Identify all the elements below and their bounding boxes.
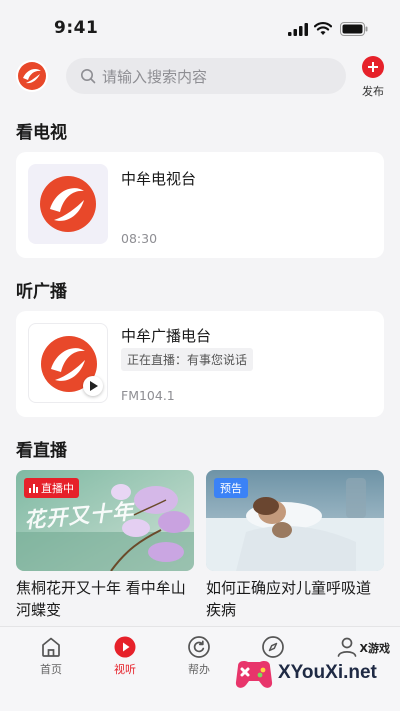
gamepad-logo-icon — [235, 661, 273, 688]
live-thumbnail: 预告 — [206, 470, 384, 571]
search-placeholder: 请输入搜索内容 — [102, 67, 208, 86]
section-title-tv: 看电视 — [16, 123, 67, 143]
nav-item-help[interactable]: 帮办 — [169, 635, 229, 677]
publish-button[interactable]: 发布 — [358, 56, 388, 99]
nav-item-media[interactable]: 视听 — [95, 635, 155, 677]
radio-now-playing: 正在直播：有事您说话 — [121, 348, 254, 371]
radio-station-name: 中牟广播电台 — [121, 327, 212, 345]
preview-badge: 预告 — [214, 478, 248, 498]
nav-label-help: 帮办 — [188, 663, 210, 676]
plus-icon — [362, 56, 384, 78]
wifi-icon — [314, 22, 332, 35]
tv-logo-icon — [40, 176, 96, 232]
nav-item-home[interactable]: 首页 — [21, 635, 81, 677]
live-thumbnail: 花开又十年 直播中 — [16, 470, 194, 571]
nav-label-home: 首页 — [40, 663, 62, 676]
live-item[interactable]: 预告 如何正确应对儿童呼吸道疾病 — [206, 470, 384, 621]
signal-icon — [288, 23, 308, 36]
section-title-radio: 听广播 — [16, 282, 67, 302]
live-item[interactable]: 花开又十年 直播中 焦桐花开又十年 看中牟山河蝶变 — [16, 470, 194, 621]
search-icon — [81, 69, 96, 84]
section-title-live: 看直播 — [16, 441, 67, 461]
publish-label: 发布 — [362, 85, 384, 98]
radio-card[interactable]: 中牟广播电台 正在直播：有事您说话 FM104.1 — [16, 311, 384, 417]
watermark-small-text: X游戏 — [359, 642, 390, 655]
radio-thumbnail — [28, 323, 108, 403]
play-circle-icon — [114, 636, 136, 658]
app-logo[interactable] — [16, 60, 48, 92]
tv-card[interactable]: 中牟电视台 08:30 — [16, 152, 384, 258]
home-icon — [42, 637, 60, 657]
live-item-title: 如何正确应对儿童呼吸道疾病 — [206, 579, 372, 619]
live-badge: 直播中 — [24, 478, 79, 498]
tv-time: 08:30 — [121, 231, 158, 246]
nav-label-media: 视听 — [114, 663, 136, 676]
watermark: X游戏 XYouXi.net — [228, 634, 400, 704]
radio-frequency: FM104.1 — [121, 388, 175, 403]
play-icon[interactable] — [83, 376, 103, 396]
status-bar: 9:41 — [0, 0, 400, 52]
watermark-text: XYouXi.net — [278, 662, 377, 683]
live-badge-label: 直播中 — [41, 482, 74, 495]
logo-icon — [18, 62, 46, 90]
tv-thumbnail — [28, 164, 108, 244]
search-input[interactable]: 请输入搜索内容 — [66, 58, 346, 94]
refresh-icon — [188, 636, 210, 658]
header: 请输入搜索内容 发布 — [0, 56, 400, 100]
status-time: 9:41 — [54, 18, 99, 38]
live-bars-icon — [29, 483, 38, 493]
live-item-title: 焦桐花开又十年 看中牟山河蝶变 — [16, 579, 186, 619]
battery-icon — [340, 22, 368, 36]
tv-station-name: 中牟电视台 — [121, 170, 197, 188]
